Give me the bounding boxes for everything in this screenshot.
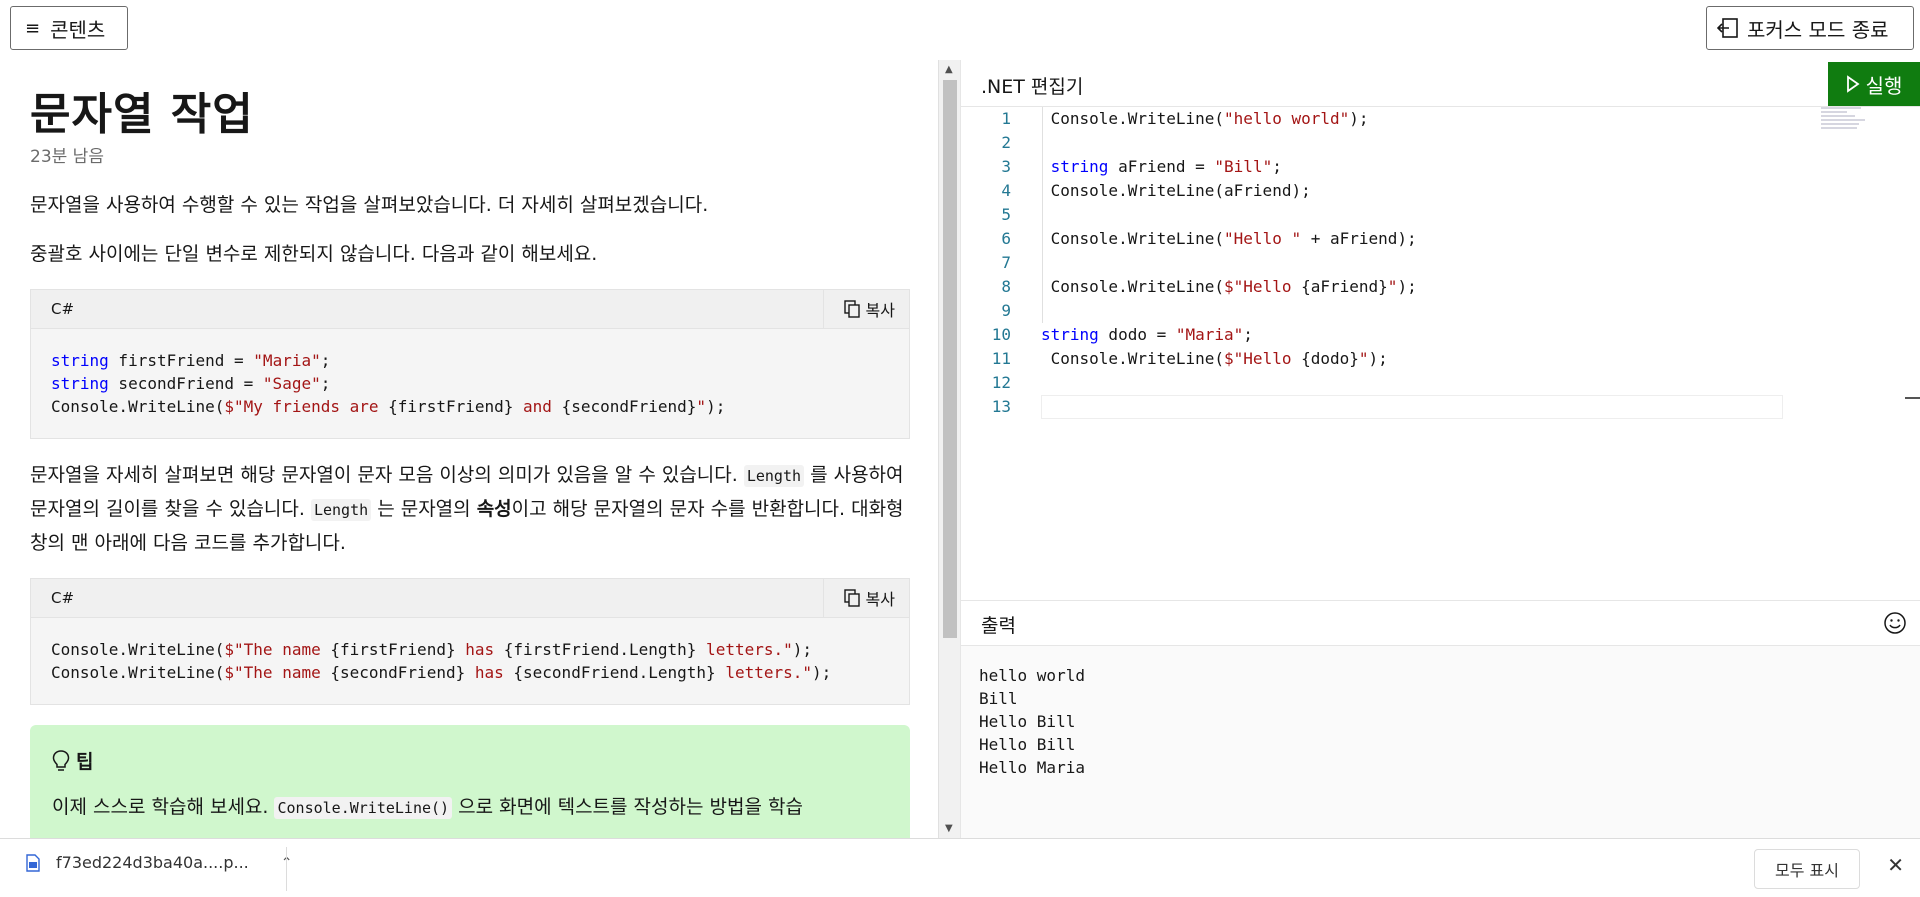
code-language: C#: [51, 300, 75, 318]
exit-focus-icon: [1717, 18, 1738, 38]
code-line: string dodo = "Maria";: [1041, 325, 1253, 344]
page-title: 문자열 작업: [30, 89, 254, 140]
paragraph-1: 문자열을 사용하여 수행할 수 있는 작업을 살펴보았습니다. 더 자세히 살펴…: [30, 194, 709, 216]
exit-focus-label: 포커스 모드 종료: [1747, 17, 1889, 42]
article-pane: 문자열 작업 23분 남음 문자열을 사용하여 수행할 수 있는 작업을 살펴보…: [0, 60, 938, 838]
download-item[interactable]: f73ed224d3ba40a....p... ⌃: [26, 853, 292, 872]
code-line: Console.WriteLine(aFriend);: [1041, 181, 1311, 200]
editor-scroll-marker: [1905, 397, 1920, 399]
output-line: Bill: [979, 689, 1018, 708]
code-language: C#: [51, 589, 75, 607]
run-label: 실행: [1865, 73, 1903, 98]
inline-code: Length: [743, 465, 805, 487]
code-line: Console.WriteLine("hello world");: [1041, 109, 1369, 128]
output-line: Hello Bill: [979, 735, 1076, 754]
code-lines[interactable]: Console.WriteLine("hello world"); string…: [1041, 107, 1781, 419]
line-number: 8: [1001, 277, 1011, 296]
run-button[interactable]: 실행: [1828, 62, 1920, 106]
top-bar: ≡ 콘텐츠 포커스 모드 종료: [0, 0, 1920, 60]
output-title: 출력: [981, 615, 1016, 637]
contents-label: 콘텐츠: [50, 17, 106, 42]
copy-button[interactable]: 복사: [822, 578, 909, 618]
line-number: 12: [991, 373, 1011, 392]
lightbulb-icon: [52, 749, 70, 771]
line-number-gutter: 1 2 3 4 5 6 7 8 9 10 11 12 13: [961, 107, 1011, 419]
code-line: Console.WriteLine("Hello " + aFriend);: [1041, 229, 1417, 248]
tip-text: 이제 스스로 학습해 보세요. Console.WriteLine() 으로 화…: [52, 796, 803, 819]
code-content: string firstFriend = "Maria"; string sec…: [51, 351, 726, 416]
editor-minimap[interactable]: [1821, 107, 1881, 147]
exit-focus-mode-button[interactable]: 포커스 모드 종료: [1706, 6, 1914, 50]
scroll-up-icon[interactable]: ▲: [945, 64, 953, 75]
editor-title: .NET 편집기: [981, 76, 1084, 98]
copy-button[interactable]: 복사: [822, 289, 909, 329]
line-number: 5: [1001, 205, 1011, 224]
output-console: hello world Bill Hello Bill Hello Bill H…: [961, 646, 1920, 838]
tip-box: 팁 이제 스스로 학습해 보세요. Console.WriteLine() 으로…: [30, 725, 910, 838]
code-line: Console.WriteLine($"Hello {dodo}");: [1041, 349, 1388, 368]
tip-title: 팁: [76, 751, 94, 773]
scrollbar-thumb[interactable]: [943, 80, 957, 638]
line-number: 2: [1001, 133, 1011, 152]
download-bar: f73ed224d3ba40a....p... ⌃ 모두 표시 ✕: [0, 838, 1920, 897]
time-remaining: 23분 남음: [30, 147, 104, 167]
editor-pane: .NET 편집기 실행 1 2 3 4 5 6 7 8 9 10 11 12 1…: [960, 60, 1920, 838]
paragraph-3: 문자열을 자세히 살펴보면 해당 문자열이 문자 모음 이상의 의미가 있음을 …: [30, 464, 904, 554]
inline-code: Console.WriteLine(): [274, 797, 453, 819]
line-number: 9: [1001, 301, 1011, 320]
scroll-down-icon[interactable]: ▼: [945, 823, 953, 834]
output-line: Hello Maria: [979, 758, 1085, 777]
article-scrollbar[interactable]: ▲ ▼: [938, 60, 960, 838]
line-number: 10: [991, 325, 1011, 344]
code-line: Console.WriteLine($"Hello {aFriend}");: [1041, 277, 1417, 296]
output-header: 출력: [961, 600, 1920, 646]
output-line: hello world: [979, 666, 1085, 685]
code-line: string aFriend = "Bill";: [1050, 157, 1282, 176]
file-icon: [26, 853, 40, 872]
line-number: 11: [991, 349, 1011, 368]
play-icon: [1846, 75, 1860, 93]
contents-button[interactable]: ≡ 콘텐츠: [10, 6, 128, 50]
line-number: 3: [1001, 157, 1011, 176]
line-number: 13: [991, 397, 1011, 416]
copy-icon: [843, 300, 860, 318]
copy-icon: [843, 589, 860, 607]
paragraph-2: 중괄호 사이에는 단일 변수로 제한되지 않습니다. 다음과 같이 해보세요.: [30, 243, 598, 265]
line-number: 6: [1001, 229, 1011, 248]
show-all-button[interactable]: 모두 표시: [1754, 849, 1860, 889]
line-number: 1: [1001, 109, 1011, 128]
close-icon[interactable]: ✕: [1887, 853, 1904, 877]
code-content: Console.WriteLine($"The name {firstFrien…: [51, 640, 832, 682]
copy-label: 복사: [865, 590, 895, 609]
code-editor[interactable]: 1 2 3 4 5 6 7 8 9 10 11 12 13 Console.Wr…: [961, 106, 1920, 600]
line-number: 4: [1001, 181, 1011, 200]
code-block-2: C# 복사 Console.WriteLine($"The name {firs…: [30, 578, 910, 705]
line-number: 7: [1001, 253, 1011, 272]
menu-icon: ≡: [25, 17, 41, 39]
copy-label: 복사: [865, 301, 895, 320]
inline-code: Length: [310, 499, 372, 521]
code-block-1: C# 복사 string firstFriend = "Maria"; stri…: [30, 289, 910, 439]
output-line: Hello Bill: [979, 712, 1076, 731]
download-filename: f73ed224d3ba40a....p...: [56, 853, 249, 872]
divider: [286, 847, 287, 891]
feedback-smiley-icon[interactable]: [1883, 611, 1907, 635]
